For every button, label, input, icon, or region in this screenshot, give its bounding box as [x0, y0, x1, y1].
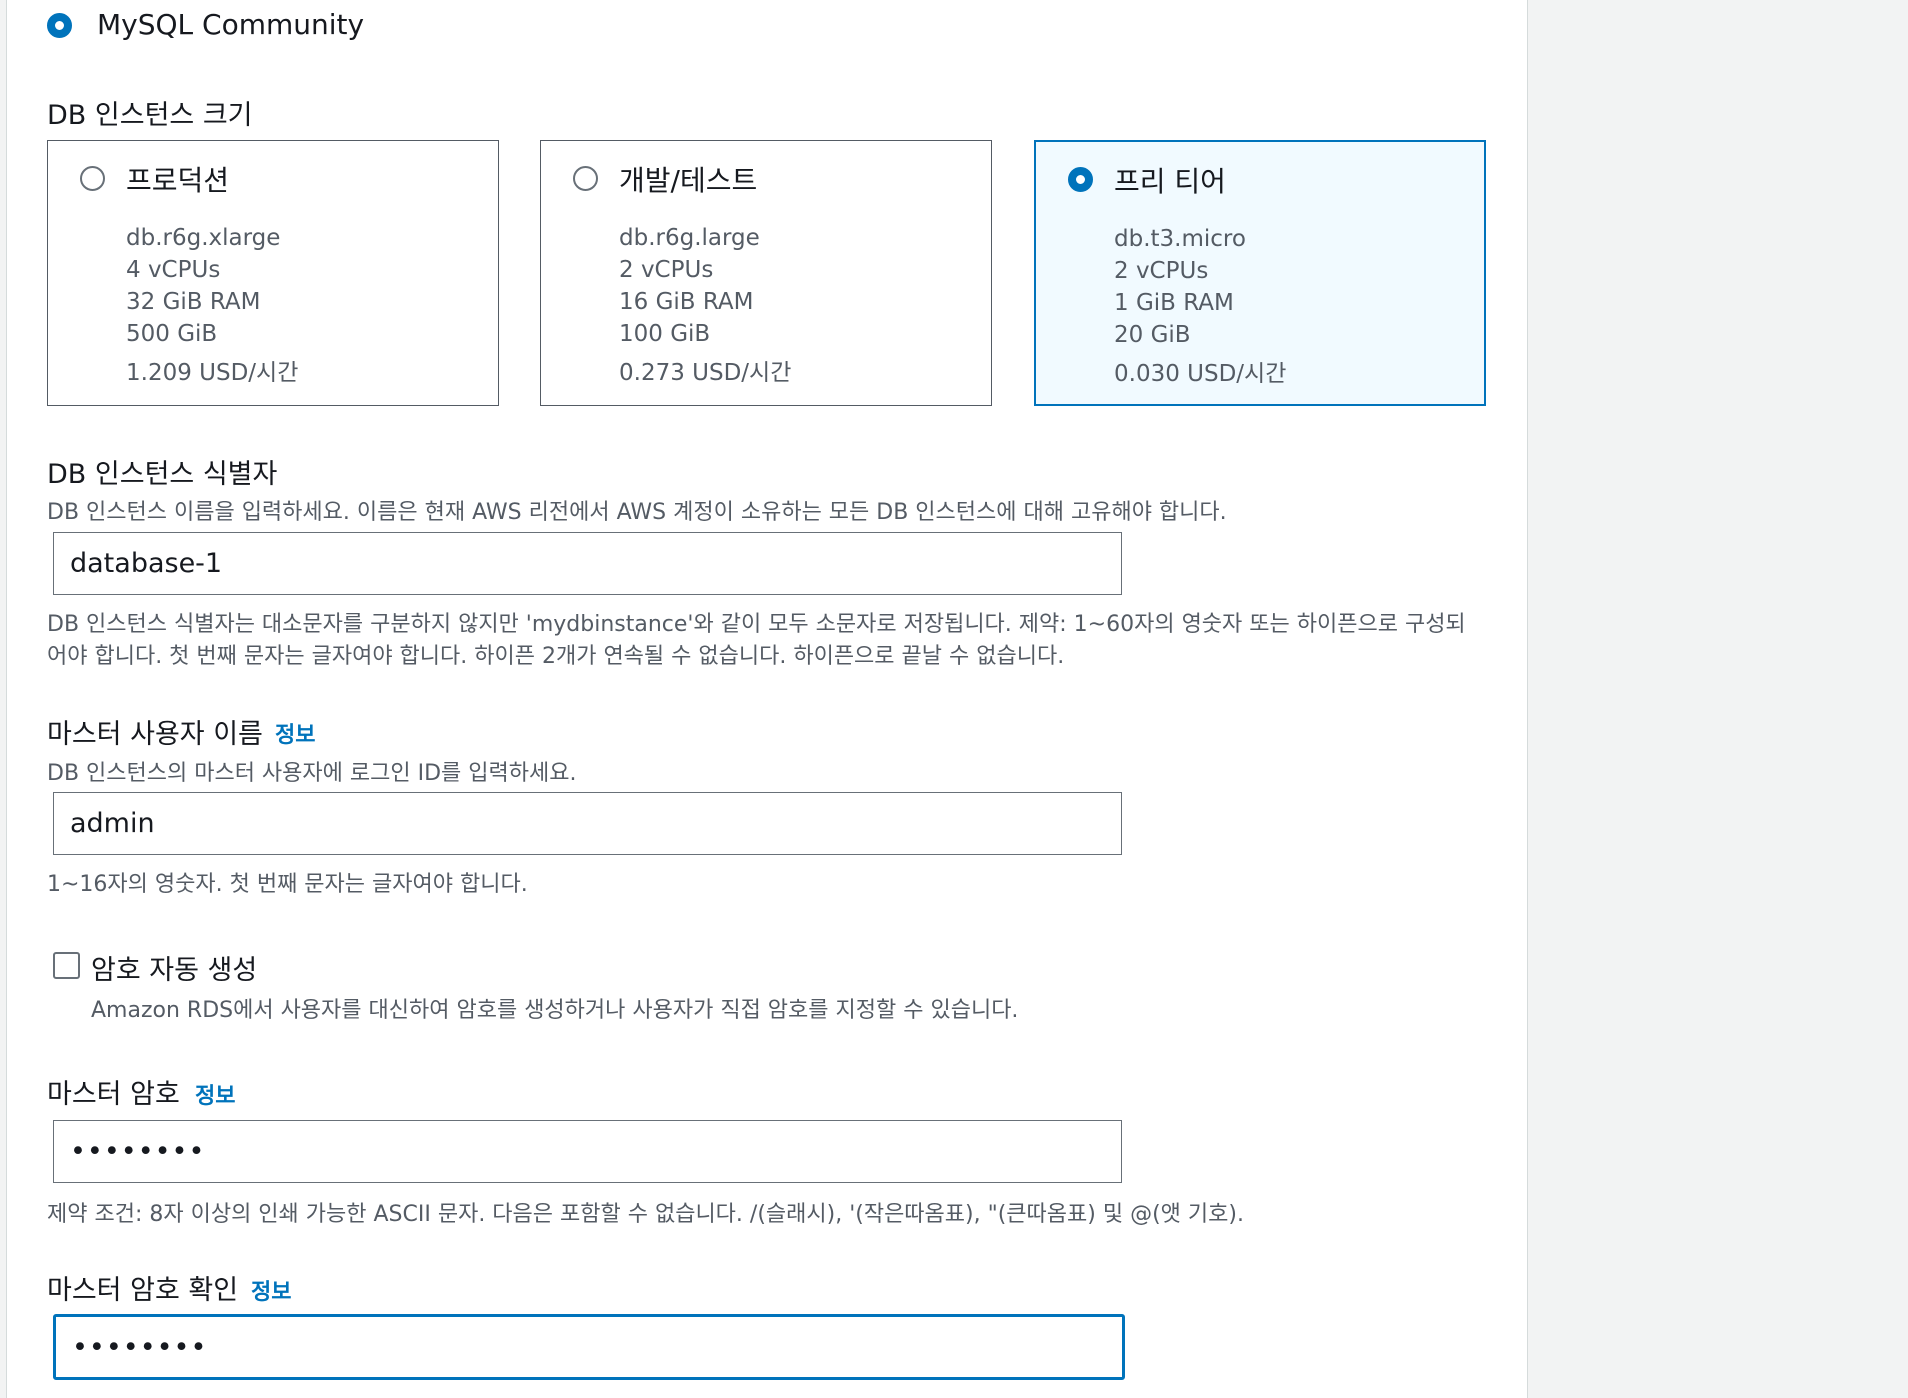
master-password-input[interactable]	[53, 1120, 1122, 1183]
size-card-production[interactable]: 프로덕션 db.r6g.xlarge 4 vCPUs 32 GiB RAM 50…	[47, 140, 499, 406]
master-password-label: 마스터 암호	[47, 1079, 180, 1110]
identifier-constraint-line2: 어야 합니다. 첫 번째 문자는 글자여야 합니다. 하이픈 2개가 연속될 수…	[47, 644, 1065, 669]
size-class: db.r6g.xlarge	[126, 225, 281, 251]
size-radio-free-tier[interactable]	[1068, 167, 1093, 192]
master-username-info-link[interactable]: 정보	[275, 717, 315, 749]
size-card-dev-test[interactable]: 개발/테스트 db.r6g.large 2 vCPUs 16 GiB RAM 1…	[540, 140, 992, 406]
size-class: db.r6g.large	[619, 225, 760, 251]
master-password-constraint: 제약 조건: 8자 이상의 인쇄 가능한 ASCII 문자. 다음은 포함할 수…	[47, 1202, 1244, 1227]
size-radio-production[interactable]	[80, 166, 105, 191]
auto-password-label: 암호 자동 생성	[91, 955, 258, 986]
instance-size-label: DB 인스턴스 크기	[47, 100, 253, 131]
size-class: db.t3.micro	[1114, 226, 1246, 252]
size-vcpu: 2 vCPUs	[1114, 258, 1209, 284]
master-username-description: DB 인스턴스의 마스터 사용자에 로그인 ID를 입력하세요.	[47, 761, 577, 786]
size-storage: 20 GiB	[1114, 322, 1191, 348]
master-password-info-link[interactable]: 정보	[195, 1078, 235, 1110]
identifier-description: DB 인스턴스 이름을 입력하세요. 이름은 현재 AWS 리전에서 AWS 계…	[47, 500, 1227, 525]
identifier-input[interactable]	[53, 532, 1122, 595]
size-card-title: 개발/테스트	[619, 164, 758, 197]
size-card-title: 프로덕션	[126, 164, 230, 197]
size-storage: 100 GiB	[619, 321, 711, 347]
master-username-input[interactable]	[53, 792, 1122, 855]
identifier-label: DB 인스턴스 식별자	[47, 459, 278, 490]
auto-password-description: Amazon RDS에서 사용자를 대신하여 암호를 생성하거나 사용자가 직접…	[91, 998, 1019, 1023]
size-radio-dev-test[interactable]	[573, 166, 598, 191]
size-price: 0.273 USD/시간	[619, 360, 792, 386]
master-username-label: 마스터 사용자 이름	[47, 719, 263, 750]
size-vcpu: 4 vCPUs	[126, 257, 221, 283]
auto-password-checkbox[interactable]	[53, 952, 80, 979]
settings-panel: MySQL Community DB 인스턴스 크기 프로덕션 db.r6g.x…	[6, 0, 1528, 1398]
engine-radio-mysql-community[interactable]	[47, 13, 72, 38]
confirm-password-info-link[interactable]: 정보	[251, 1274, 291, 1306]
size-ram: 32 GiB RAM	[126, 289, 261, 315]
size-storage: 500 GiB	[126, 321, 218, 347]
identifier-constraint-line1: DB 인스턴스 식별자는 대소문자를 구분하지 않지만 'mydbinstanc…	[47, 612, 1466, 637]
size-ram: 16 GiB RAM	[619, 289, 754, 315]
size-ram: 1 GiB RAM	[1114, 290, 1234, 316]
size-price: 1.209 USD/시간	[126, 360, 299, 386]
page: MySQL Community DB 인스턴스 크기 프로덕션 db.r6g.x…	[0, 0, 1908, 1398]
confirm-password-label: 마스터 암호 확인	[47, 1275, 239, 1306]
size-card-title: 프리 티어	[1114, 165, 1226, 198]
size-card-free-tier[interactable]: 프리 티어 db.t3.micro 2 vCPUs 1 GiB RAM 20 G…	[1034, 140, 1486, 406]
master-username-constraint: 1~16자의 영숫자. 첫 번째 문자는 글자여야 합니다.	[47, 872, 528, 897]
engine-option-label: MySQL Community	[97, 8, 365, 41]
size-vcpu: 2 vCPUs	[619, 257, 714, 283]
confirm-password-input[interactable]	[53, 1314, 1125, 1380]
size-price: 0.030 USD/시간	[1114, 361, 1287, 387]
